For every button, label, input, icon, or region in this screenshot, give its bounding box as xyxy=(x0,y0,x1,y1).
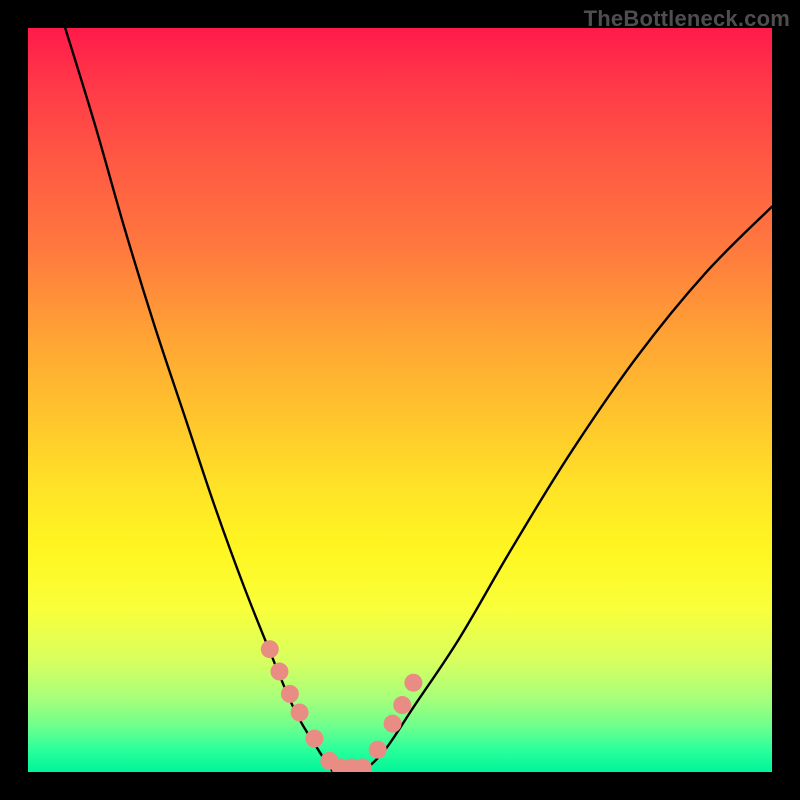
marker-point xyxy=(384,715,402,733)
marker-point xyxy=(305,730,323,748)
marker-point xyxy=(291,703,309,721)
chart-frame: TheBottleneck.com xyxy=(0,0,800,800)
curve-left-curve xyxy=(65,28,333,772)
curve-right-curve xyxy=(363,207,772,772)
marker-point xyxy=(261,640,279,658)
marker-point xyxy=(404,674,422,692)
plot-area xyxy=(28,28,772,772)
watermark-text: TheBottleneck.com xyxy=(584,6,790,32)
marker-point xyxy=(369,741,387,759)
marker-point xyxy=(270,663,288,681)
marker-point xyxy=(281,685,299,703)
curve-layer xyxy=(28,28,772,772)
marker-point xyxy=(393,696,411,714)
